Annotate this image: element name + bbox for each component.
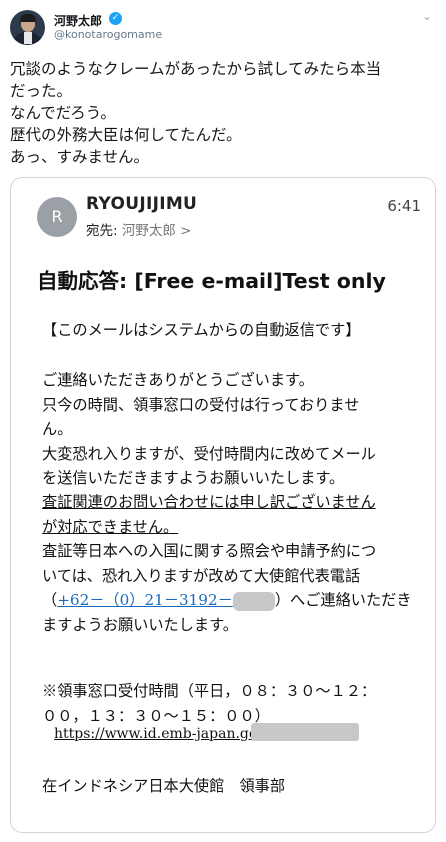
tweet-text: 冗談のようなクレームがあったから試してみたら本当 だった。 なんでだろう。 歴代… [10,58,440,168]
embassy-url-link[interactable]: https://www.id.emb-japan.go. [54,726,262,742]
redacted-phone [232,591,275,611]
user-handle[interactable]: @konotarogomame [54,28,162,41]
display-name[interactable]: 河野太郎 [54,12,102,29]
sender-name: RYOUJIJIMU [86,194,198,214]
sender-avatar: R [37,197,77,237]
tweet-line: なんでだろう。 [10,104,116,122]
body-line: 査証等日本への入国に関する照会や申請予約につ [42,542,377,560]
redacted-url [251,723,359,741]
email-paragraph: 査証等日本への入国に関する照会や申請予約につ いては、恐れ入りますが改めて大使館… [42,539,412,637]
tweet-line: あっ、すみません。 [10,148,150,166]
body-line: 只今の時間、領事窓口の受付は行っておりませ [42,395,360,414]
recipient-row: 宛先: 河野太郎 > [86,219,191,239]
phone-link[interactable]: +62－（0）21－3192－ [57,591,233,609]
tweet-line: 歴代の外務大臣は何してたんだ。 [10,126,242,144]
body-line: 査証関連のお問い合わせには申し訳ございません [42,493,376,511]
auto-reply-notice: 【このメールはシステムからの自動返信です】 [42,321,361,339]
email-paragraph: ご連絡いただきありがとうございます。 只今の時間、領事窓口の受付は行っておりませ… [42,368,376,491]
user-avatar[interactable] [10,10,45,45]
office-hours: ※領事窓口受付時間（平日，０８：３０～１２： ００，１３：３０～１５：００） [42,679,376,728]
phone-paren: （ [42,591,58,609]
body-line: ご連絡いただきありがとうございます。 [42,371,314,389]
tweet-header: 河野太郎 ✓ @konotarogomame ⌄ [10,10,436,50]
email-time: 6:41 [387,197,421,215]
body-line: 大変恐れ入りますが、受付時間内に改めてメール [42,444,376,463]
body-text-span: ）へご連絡いただき [274,591,412,609]
tweet-line: 冗談のようなクレームがあったから試してみたら本当 [10,60,382,78]
verified-badge-icon: ✓ [109,12,122,25]
body-line: ん。 [42,420,73,438]
tweet-media-image[interactable]: R RYOUJIJIMU 6:41 宛先: 河野太郎 > 自動応答: [Free… [10,177,436,833]
phone-line: （+62－（0）21－3192－ ）へご連絡いただき [42,588,412,613]
body-line: ※領事窓口受付時間（平日，０８：３０～１２： [42,682,377,700]
recipient-name: 河野太郎 [121,223,176,239]
body-line: ますようお願いいたします。 [42,615,238,634]
to-label: 宛先: [86,223,118,239]
body-line: が対応できません。 [42,517,179,536]
chevron-down-icon[interactable]: ⌄ [420,10,434,24]
email-subject: 自動応答: [Free e-mail]Test only [37,269,386,293]
body-line: いては、恐れ入りますが改めて大使館代表電話 [42,566,361,585]
chevron-right-icon: > [180,223,192,239]
tweet-line: だった。 [10,82,73,100]
visa-notice: 査証関連のお問い合わせには申し訳ございません が対応できません。 [42,490,376,539]
email-signature: 在インドネシア日本大使館 領事部 [42,777,285,795]
body-line: を送信いただきますようお願いいたします。 [42,469,345,487]
url-line: https://www.id.emb-japan.go. [54,723,262,744]
